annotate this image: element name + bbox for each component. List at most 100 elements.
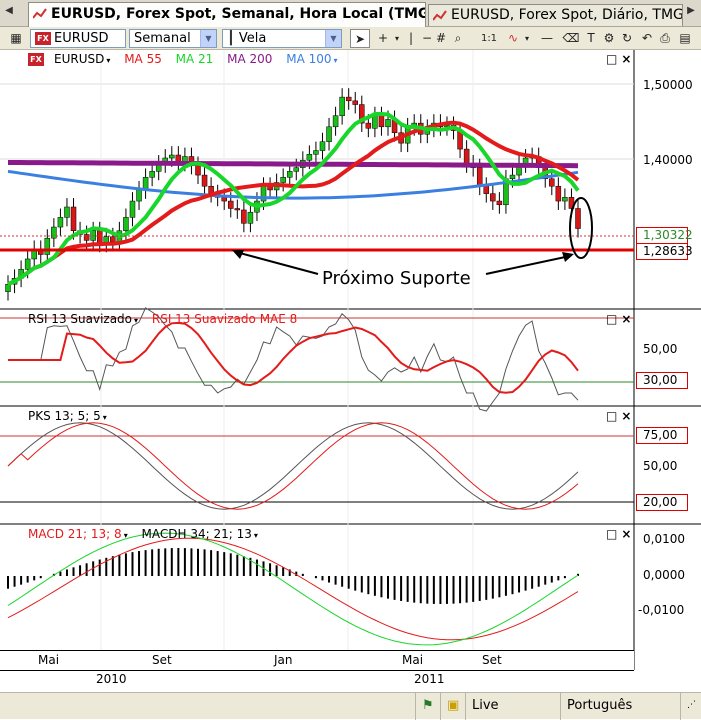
pks-level-tag: 20,00 — [636, 494, 688, 511]
candle — [372, 115, 378, 129]
indicator-icon[interactable]: ∿ — [504, 29, 522, 48]
ma55-legend[interactable]: MA 55 — [124, 52, 162, 66]
refresh-icon[interactable]: ↻ — [618, 29, 636, 48]
y-tick: 0,0100 — [643, 532, 685, 546]
resize-grip-icon[interactable]: ⋰ — [680, 693, 701, 720]
forex-icon: FX — [35, 32, 51, 45]
grid-lines-icon[interactable]: # — [432, 29, 450, 48]
support-price-tag: 1,28633 — [636, 243, 693, 260]
candle — [149, 171, 155, 178]
arrow-head-right — [562, 252, 574, 262]
cursor-icon[interactable]: ➤ — [350, 29, 370, 48]
toolbar: ▦ FX EURUSD Semanal ▼ ┃ Vela ▼ ➤ + ▾ | − # ⌕… — [0, 27, 701, 50]
save-icon[interactable]: ▤ — [676, 29, 694, 48]
candle — [136, 189, 142, 202]
chart-area[interactable]: FX EURUSD ▾ MA 55 MA 21 MA 200 MA 100 ▾ □× … — [0, 50, 701, 670]
candle — [96, 230, 103, 244]
arrow-line-left — [235, 251, 319, 275]
symbol-legend[interactable]: EURUSD — [54, 52, 104, 66]
forex-icon: FX — [28, 53, 44, 66]
print-icon[interactable]: ⎙ — [656, 29, 674, 48]
vertical-line-icon[interactable]: | — [404, 29, 418, 48]
properties-icon[interactable]: ⚙ — [600, 29, 618, 48]
arrow-line-right — [485, 255, 571, 275]
pane-window-icon[interactable]: □× — [606, 52, 635, 66]
text-tool-icon[interactable]: T — [582, 29, 600, 48]
lock-icon[interactable]: ▣ — [440, 693, 464, 720]
macd-legend: MACD 21; 13; 8 ▾ MACDH 34; 21; 13 ▾ — [28, 527, 258, 541]
candle — [385, 119, 391, 128]
candle — [345, 96, 352, 102]
ma100-legend[interactable]: MA 100 — [286, 52, 331, 66]
zoom-reset-button[interactable]: 1:1 — [480, 29, 498, 48]
y-tick: 50,00 — [643, 342, 678, 356]
chart-style-select[interactable]: ┃ Vela ▼ — [222, 29, 342, 48]
pane-window-icon[interactable]: □× — [606, 527, 635, 541]
symbol-selector[interactable]: FX EURUSD — [30, 29, 126, 48]
last-price-tag: 1,30322 — [636, 227, 693, 244]
candle — [483, 185, 490, 194]
chart-icon — [33, 8, 47, 19]
chevron-down-icon: ▼ — [325, 30, 341, 47]
candle-icon: ┃ — [227, 31, 235, 46]
chart-canvas[interactable] — [0, 50, 701, 670]
candle — [339, 96, 345, 116]
candle — [496, 200, 503, 206]
grid-icon[interactable]: ▦ — [6, 29, 26, 48]
macdh-legend-label[interactable]: MACDH 34; 21; 13 — [142, 527, 252, 541]
rsi-mae-legend-label[interactable]: RSI 13 Suavizado MAE 8 — [152, 312, 297, 326]
y-tick: 50,00 — [643, 459, 678, 473]
pane-window-icon[interactable]: □× — [606, 409, 635, 423]
x-tick: Set — [482, 653, 502, 667]
tab-scroll-left-icon[interactable]: ◀ — [2, 5, 16, 21]
zoom-icon[interactable]: ⌕ — [450, 29, 466, 48]
year-label: 2010 — [96, 672, 127, 686]
tab-label: EURUSD, Forex Spot, Semanal, Hora Local … — [51, 6, 426, 22]
pane-window-icon[interactable]: □× — [606, 312, 635, 326]
candle — [286, 171, 293, 178]
chevron-down-icon[interactable]: ▾ — [522, 29, 532, 48]
candle — [195, 165, 201, 176]
status-bar: ⚑ ▣ Live Português ⋰ — [0, 692, 701, 720]
support-annotation[interactable]: Próximo Suporte — [322, 268, 471, 289]
language-selector[interactable]: Português — [560, 693, 680, 720]
tab-bar: ◀ EURUSD, Forex Spot, Semanal, Hora Loca… — [0, 0, 701, 27]
y-tick: 1,40000 — [643, 153, 693, 167]
chart-icon — [433, 10, 447, 21]
candle — [555, 185, 562, 202]
y-tick: 1,50000 — [643, 78, 693, 92]
x-tick: Set — [152, 653, 172, 667]
candle — [313, 150, 319, 155]
eraser-icon[interactable]: ⌫ — [562, 29, 580, 48]
candle — [123, 217, 129, 232]
period-value: Semanal — [134, 31, 191, 46]
candle — [221, 197, 227, 202]
tab-eurusd-weekly[interactable]: EURUSD, Forex Spot, Semanal, Hora Local … — [28, 2, 426, 27]
candle — [365, 122, 372, 129]
macd-legend-label[interactable]: MACD 21; 13; 8 — [28, 527, 122, 541]
undo-icon[interactable]: ↶ — [638, 29, 656, 48]
connection-icon[interactable]: ⚑ — [415, 693, 439, 720]
candle — [83, 234, 90, 241]
candle — [57, 217, 64, 228]
candle — [64, 206, 70, 218]
main-legend: FX EURUSD ▾ MA 55 MA 21 MA 200 MA 100 ▾ — [28, 52, 348, 66]
chevron-down-icon[interactable]: ▾ — [392, 29, 402, 48]
pks-legend: PKS 13; 5; 5 ▾ — [28, 409, 107, 423]
pks-legend-label[interactable]: PKS 13; 5; 5 — [28, 409, 101, 423]
ma21-legend[interactable]: MA 21 — [176, 52, 214, 66]
line-tool-icon[interactable]: — — [536, 29, 558, 48]
tab-scroll-right-icon[interactable]: ▶ — [684, 5, 698, 21]
rsi-level-tag: 30,00 — [636, 372, 688, 389]
ma200-legend[interactable]: MA 200 — [227, 52, 272, 66]
rsi-legend-label[interactable]: RSI 13 Suavizado — [28, 312, 132, 326]
candle — [509, 174, 516, 180]
pks-level-tag: 75,00 — [636, 427, 688, 444]
period-select[interactable]: Semanal ▼ — [129, 29, 217, 48]
crosshair-icon[interactable]: + — [374, 29, 392, 48]
tab-eurusd-daily[interactable]: EURUSD, Forex Spot, Diário, TMG+0 — [428, 4, 683, 26]
candle — [247, 211, 254, 224]
candle — [306, 154, 313, 161]
candle — [562, 197, 568, 202]
candle — [241, 209, 247, 224]
